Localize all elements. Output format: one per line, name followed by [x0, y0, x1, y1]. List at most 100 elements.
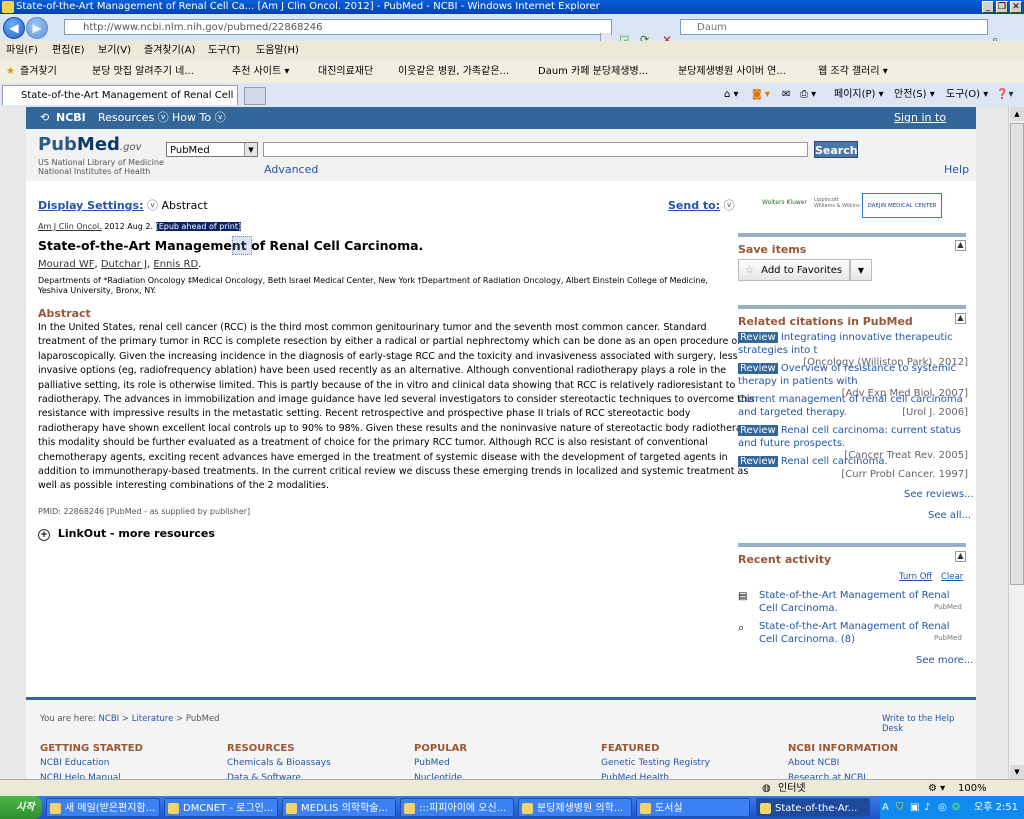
fav-item-4[interactable]: 이웃같은 병원, 가족같은...	[398, 60, 509, 83]
scroll-down-icon[interactable]: ▼	[1010, 765, 1024, 779]
footer-link[interactable]: NCBI Help Manual	[40, 771, 143, 779]
menu-file[interactable]: 파일(F)	[6, 41, 38, 60]
recent-item-title[interactable]: State-of-the-Art Management of Renal Cel…	[759, 621, 950, 645]
footer-link[interactable]: PubMed	[414, 756, 467, 771]
menu-edit[interactable]: 편집(E)	[52, 41, 85, 60]
journal-link[interactable]: Am J Clin Oncol.	[38, 222, 102, 231]
crumb-ncbi[interactable]: NCBI	[99, 714, 120, 724]
ncbi-logo[interactable]: NCBI	[56, 107, 86, 129]
browser-search-input[interactable]: Daum	[680, 19, 988, 35]
author-link[interactable]: Dutchar J	[101, 259, 147, 270]
start-button[interactable]: 시작	[0, 796, 42, 819]
task-button[interactable]: :::피피아이에 오신...	[400, 798, 514, 817]
rss-icon[interactable]: ◙ ▾	[752, 87, 770, 103]
related-citation[interactable]: Current management of renal cell carcino…	[738, 394, 968, 419]
send-to-label[interactable]: Send to:	[668, 199, 720, 212]
restore-button[interactable]: ❐	[996, 1, 1008, 13]
pubmed-logo[interactable]: PubMed.gov	[38, 134, 141, 155]
add-to-favorites-button[interactable]: ☆ Add to Favorites	[738, 259, 850, 281]
collapse-icon[interactable]: ▲	[955, 240, 966, 251]
fav-item-5[interactable]: Daum 카페 분당제생병...	[538, 60, 648, 83]
close-window-button[interactable]: ✕	[1010, 1, 1022, 13]
see-all-link[interactable]: See all...	[928, 510, 971, 521]
menu-help[interactable]: 도움말(H)	[256, 41, 299, 60]
author-link[interactable]: Mourad WF	[38, 259, 95, 270]
antivirus-icon[interactable]: ❂	[952, 796, 960, 819]
turn-off-link[interactable]: Turn Off	[899, 572, 932, 582]
search-button[interactable]: Search	[814, 141, 858, 158]
advanced-link[interactable]: Advanced	[264, 163, 318, 176]
fav-item-1[interactable]: 분당 맛집 알려주기 네...	[92, 60, 194, 83]
zoom-level[interactable]: 100%	[958, 780, 987, 797]
protected-mode-icon[interactable]: ⚙ ▾	[928, 780, 945, 797]
menu-view[interactable]: 보기(V)	[98, 41, 131, 60]
howto-menu[interactable]: How To ⓥ	[172, 107, 226, 129]
wolters-kluwer-logo[interactable]: Wolters Kluwer	[762, 199, 807, 206]
forward-button[interactable]: ▶	[26, 17, 48, 39]
task-button-active[interactable]: State-of-the-Ar...	[756, 798, 870, 817]
recent-item[interactable]: State-of-the-Art Management of Renal Cel…	[759, 590, 959, 615]
tab-active[interactable]: State-of-the-Art Management of Renal Cel…	[2, 85, 238, 105]
recent-item-title[interactable]: State-of-the-Art Management of Renal Cel…	[759, 590, 950, 614]
collapse-icon[interactable]: ▲	[955, 551, 966, 562]
task-button[interactable]: DMCNET - 로그인...	[164, 798, 278, 817]
help-link[interactable]: Help	[944, 163, 969, 176]
collapse-icon[interactable]: ▲	[955, 313, 966, 324]
task-button[interactable]: 새 메일(받은편지함...	[46, 798, 160, 817]
scrollbar-thumb[interactable]	[1010, 123, 1024, 585]
fav-item-2[interactable]: 추천 사이트 ▾	[232, 60, 289, 83]
print-icon[interactable]: ⎙ ▾	[800, 87, 816, 103]
footer-link[interactable]: Research at NCBI	[788, 771, 898, 779]
footer-link[interactable]: Data & Software	[227, 771, 331, 779]
minimize-button[interactable]: _	[982, 1, 994, 13]
footer-link[interactable]: PubMed Health	[601, 771, 710, 779]
new-tab-button[interactable]	[244, 87, 266, 105]
ncbi-logo-icon[interactable]: ⟲	[40, 107, 49, 129]
lww-logo[interactable]: Lippincott Williams & Wilkins	[814, 197, 860, 209]
favorites-button[interactable]: 즐겨찾기	[20, 60, 57, 83]
footer-link[interactable]: Nucleotide	[414, 771, 467, 779]
back-button[interactable]: ◀	[3, 17, 25, 39]
pubmed-search-input[interactable]	[263, 142, 808, 157]
help-desk-link[interactable]: Write to the Help Desk	[882, 714, 976, 734]
footer-link[interactable]: NCBI Education	[40, 756, 143, 771]
display-settings-label[interactable]: Display Settings:	[38, 199, 144, 212]
ime-icon[interactable]: A	[882, 796, 889, 819]
related-title[interactable]: Renal cell carcinoma.	[781, 456, 888, 467]
send-to[interactable]: Send to: ⓥ	[668, 197, 735, 213]
vertical-scrollbar[interactable]: ▲ ▼	[1008, 107, 1024, 779]
related-citation[interactable]: Review Renal cell carcinoma. [Curr Probl…	[738, 456, 968, 481]
resources-menu[interactable]: Resources ⓥ	[98, 107, 169, 129]
home-icon[interactable]: ⌂ ▾	[724, 87, 739, 103]
recent-item[interactable]: State-of-the-Art Management of Renal Cel…	[759, 621, 959, 646]
help-icon[interactable]: ❓▾	[996, 87, 1013, 103]
tools-menu[interactable]: 도구(O) ▾	[946, 87, 988, 103]
update-icon[interactable]: ◎	[938, 796, 947, 819]
fav-item-3[interactable]: 대진의료재단	[318, 60, 373, 83]
database-select[interactable]: PubMed ▼	[166, 142, 258, 157]
footer-link[interactable]: Chemicals & Bioassays	[227, 756, 331, 771]
task-button[interactable]: 분당제생병원 의학...	[518, 798, 632, 817]
clock[interactable]: 오후 2:51	[974, 796, 1018, 819]
daejin-medical-logo[interactable]: DAEJIN MEDICAL CENTER	[862, 193, 942, 218]
see-reviews-link[interactable]: See reviews...	[904, 489, 974, 500]
fav-item-6[interactable]: 분당제생병원 사이버 연...	[678, 60, 786, 83]
author-link[interactable]: Ennis RD	[153, 259, 198, 270]
display-settings[interactable]: Display Settings: ⓥ Abstract	[38, 197, 208, 213]
fav-item-7[interactable]: 웹 조각 갤러리 ▾	[818, 60, 888, 83]
crumb-literature[interactable]: Literature	[132, 714, 174, 724]
address-bar[interactable]: http://www.ncbi.nlm.nih.gov/pubmed/22868…	[64, 19, 612, 35]
menu-tools[interactable]: 도구(T)	[208, 41, 240, 60]
footer-link[interactable]: About NCBI	[788, 756, 898, 771]
clear-link[interactable]: Clear	[941, 572, 963, 582]
mail-icon[interactable]: ✉	[782, 87, 790, 103]
task-button[interactable]: MEDLIS 의학학술...	[282, 798, 396, 817]
safety-menu[interactable]: 안전(S) ▾	[894, 87, 935, 103]
task-button[interactable]: 도서실	[636, 798, 750, 817]
linkout-toggle[interactable]: + LinkOut - more resources	[38, 527, 215, 541]
see-more-link[interactable]: See more...	[916, 655, 973, 666]
window-title-bar[interactable]: State-of-the-Art Management of Renal Cel…	[0, 0, 1024, 14]
scroll-up-icon[interactable]: ▲	[1010, 107, 1024, 121]
network-icon[interactable]: ▣	[910, 796, 919, 819]
page-menu[interactable]: 페이지(P) ▾	[834, 87, 884, 103]
